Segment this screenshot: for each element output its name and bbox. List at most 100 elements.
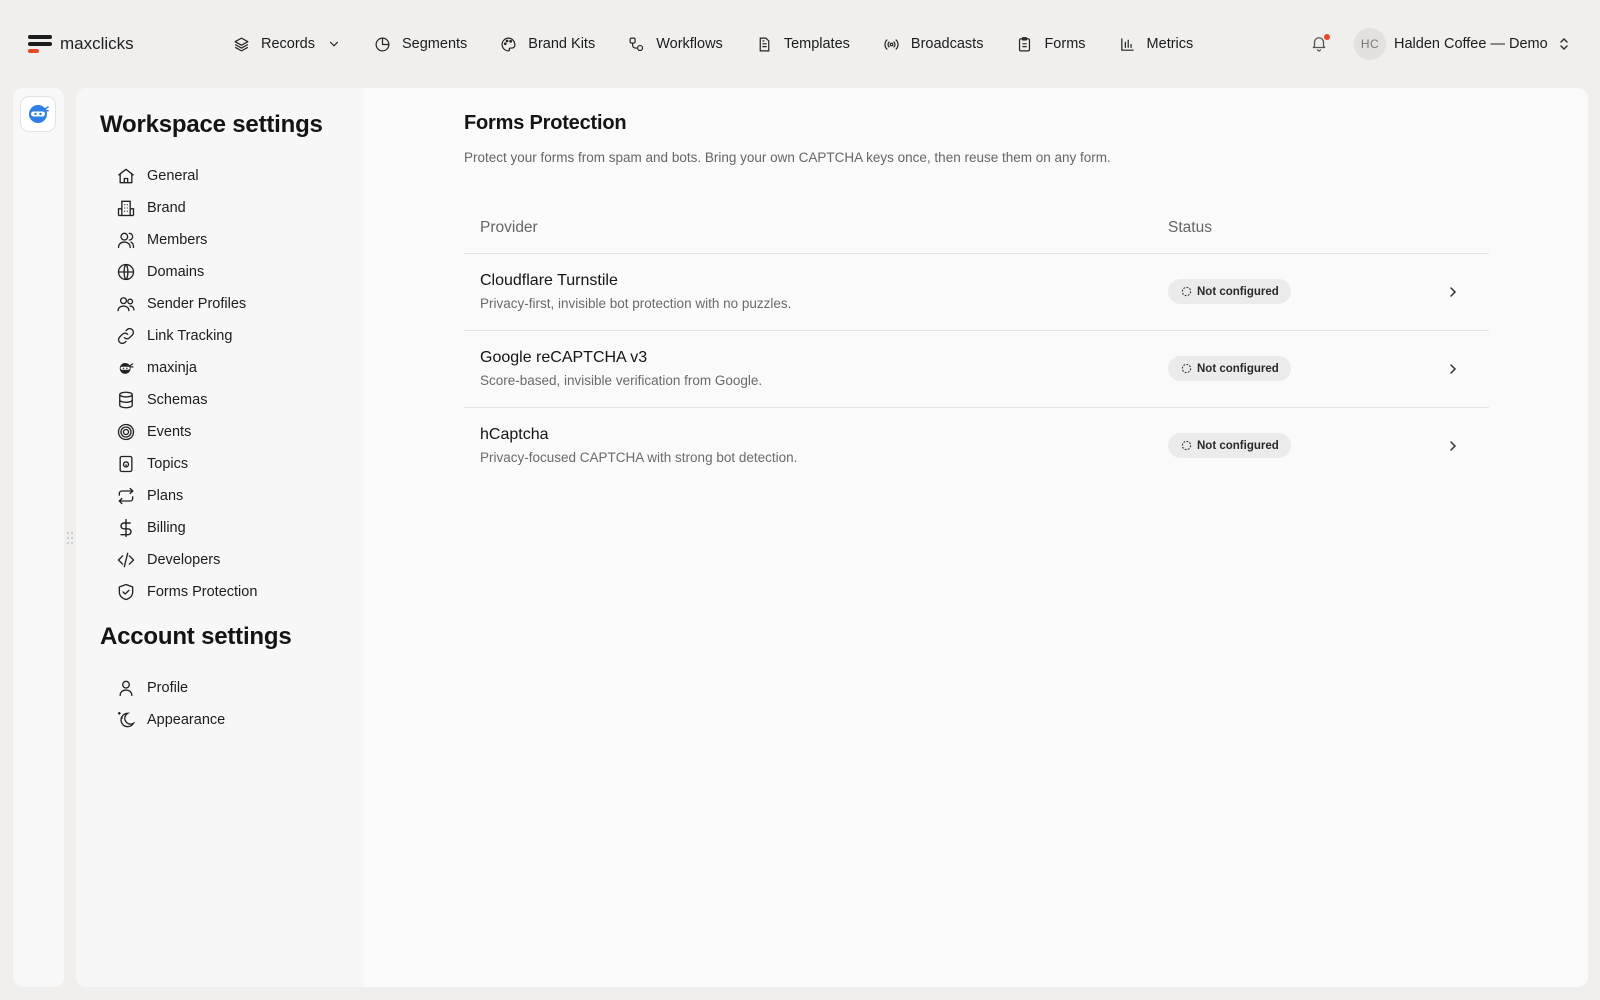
nav-label: Broadcasts <box>910 36 984 52</box>
provider-name: Google reCAPTCHA v3 <box>480 349 648 366</box>
sidebar-item-label: Profile <box>147 680 189 696</box>
globe-icon <box>117 263 135 281</box>
broadcast-icon <box>884 38 899 50</box>
sidebar-item-link-tracking[interactable]: Link Tracking <box>116 322 346 350</box>
sidebar-item-billing[interactable]: Billing <box>116 514 346 542</box>
notifications-button[interactable] <box>1310 34 1330 54</box>
sidebar-item-profile[interactable]: Profile <box>116 674 346 702</box>
sidebar-item-label: Developers <box>147 552 221 568</box>
ninja-icon <box>119 363 134 374</box>
sidebar-item-plans[interactable]: Plans <box>116 482 346 510</box>
maxinja-assistant-button[interactable] <box>20 96 56 132</box>
logo-mark-icon <box>28 34 52 54</box>
chevron-up-down-icon <box>1559 37 1568 51</box>
nav-broadcasts[interactable]: Broadcasts <box>883 31 984 57</box>
logo-text: maxclicks <box>60 34 134 53</box>
nav-brand-kits[interactable]: Brand Kits <box>500 31 595 57</box>
target-icon <box>117 423 135 441</box>
sidebar-item-label: General <box>147 168 199 184</box>
nav-label: Brand Kits <box>528 36 596 52</box>
nav-forms[interactable]: Forms <box>1016 31 1086 57</box>
dashed-circle-icon <box>1181 363 1192 374</box>
avatar: HC <box>1354 28 1386 60</box>
sidebar-item-label: Appearance <box>147 712 226 728</box>
sidebar-item-label: Sender Profiles <box>147 296 247 312</box>
nav-metrics[interactable]: Metrics <box>1119 31 1193 57</box>
sidebar-item-label: Forms Protection <box>147 584 258 600</box>
sidebar-item-label: Domains <box>147 264 205 280</box>
topic-icon <box>119 455 133 473</box>
nav-label: Segments <box>402 36 468 52</box>
sidebar-item-topics[interactable]: Topics <box>116 450 346 478</box>
notification-dot <box>1324 34 1330 40</box>
provider-description: Privacy-focused CAPTCHA with strong bot … <box>480 450 798 465</box>
status-text: Not configured <box>1197 362 1279 375</box>
sidebar-item-sender-profiles[interactable]: Sender Profiles <box>116 290 346 318</box>
sidebar-item-label: Link Tracking <box>147 328 233 344</box>
repeat-icon <box>118 487 134 505</box>
sidebar-item-label: Members <box>147 232 208 248</box>
provider-name: hCaptcha <box>480 426 549 443</box>
nav-records[interactable]: Records <box>233 31 341 57</box>
sidebar-item-label: maxinja <box>147 360 197 376</box>
provider-row-hcaptcha[interactable]: hCaptcha Privacy-focused CAPTCHA with st… <box>464 408 1489 484</box>
nav-segments[interactable]: Segments <box>374 31 467 57</box>
dashed-circle-icon <box>1181 440 1192 451</box>
user-group-icon <box>117 297 135 312</box>
chevron-down-icon[interactable] <box>327 37 341 51</box>
nav-workflows[interactable]: Workflows <box>628 31 723 57</box>
workspace-settings-title: Workspace settings <box>100 111 323 138</box>
account-switcher[interactable]: HC Halden Coffee — Demo <box>1354 27 1570 61</box>
sidebar-item-appearance[interactable]: Appearance <box>116 706 346 734</box>
moon-icon <box>117 711 136 728</box>
providers-table: Provider Status Cloudflare Turnstile Pri… <box>464 202 1489 484</box>
sidebar-item-schemas[interactable]: Schemas <box>116 386 346 414</box>
column-header-provider: Provider <box>480 219 538 236</box>
user-icon <box>119 680 133 697</box>
nav-templates[interactable]: Templates <box>756 31 850 57</box>
sidebar-item-maxinja[interactable]: maxinja <box>116 354 346 382</box>
nav-label: Records <box>261 36 315 52</box>
sidebar-item-general[interactable]: General <box>116 162 346 190</box>
layers-icon <box>234 37 249 51</box>
workflow-icon <box>629 37 644 51</box>
status-badge: Not configured <box>1168 356 1291 381</box>
status-badge: Not configured <box>1168 433 1291 458</box>
provider-description: Score-based, invisible verification from… <box>480 373 763 388</box>
shield-check-icon <box>118 583 134 601</box>
nav-label: Templates <box>783 36 850 52</box>
sidebar-item-domains[interactable]: Domains <box>116 258 346 286</box>
clipboard-icon <box>1019 36 1031 51</box>
palette-icon <box>501 37 516 51</box>
sidebar-item-label: Billing <box>147 520 186 536</box>
status-text: Not configured <box>1197 439 1279 452</box>
sidebar-item-members[interactable]: Members <box>116 226 346 254</box>
dollar-icon <box>120 518 132 538</box>
provider-row-google-recaptcha[interactable]: Google reCAPTCHA v3 Score-based, invisib… <box>464 331 1489 408</box>
provider-row-cloudflare-turnstile[interactable]: Cloudflare Turnstile Privacy-first, invi… <box>464 254 1489 331</box>
resize-handle[interactable] <box>66 531 74 545</box>
provider-name: Cloudflare Turnstile <box>480 272 618 289</box>
settings-sidebar: Workspace settings General Brand Members… <box>76 88 364 987</box>
nav-label: Forms <box>1044 36 1086 52</box>
left-rail <box>13 88 64 987</box>
sidebar-item-label: Topics <box>147 456 189 472</box>
table-header: Provider Status <box>464 202 1489 254</box>
sidebar-item-developers[interactable]: Developers <box>116 546 346 574</box>
account-settings-title: Account settings <box>100 623 292 650</box>
sidebar-item-label: Events <box>147 424 192 440</box>
settings-card: Workspace settings General Brand Members… <box>76 88 1588 987</box>
bar-chart-icon <box>1120 37 1134 51</box>
top-bar: maxclicks Records Segments Brand Kits Wo… <box>0 0 1600 88</box>
main-nav: Records Segments Brand Kits Workflows Te… <box>233 31 1226 57</box>
chevron-right-icon <box>1450 364 1457 374</box>
sidebar-item-forms-protection[interactable]: Forms Protection <box>116 578 346 606</box>
sidebar-item-brand[interactable]: Brand <box>116 194 346 222</box>
page-description: Protect your forms from spam and bots. B… <box>464 150 1111 165</box>
dashed-circle-icon <box>1181 286 1192 297</box>
sidebar-item-events[interactable]: Events <box>116 418 346 446</box>
app-logo[interactable]: maxclicks <box>28 34 134 54</box>
provider-description: Privacy-first, invisible bot protection … <box>480 296 792 311</box>
home-icon <box>118 168 134 184</box>
pie-icon <box>375 37 390 51</box>
